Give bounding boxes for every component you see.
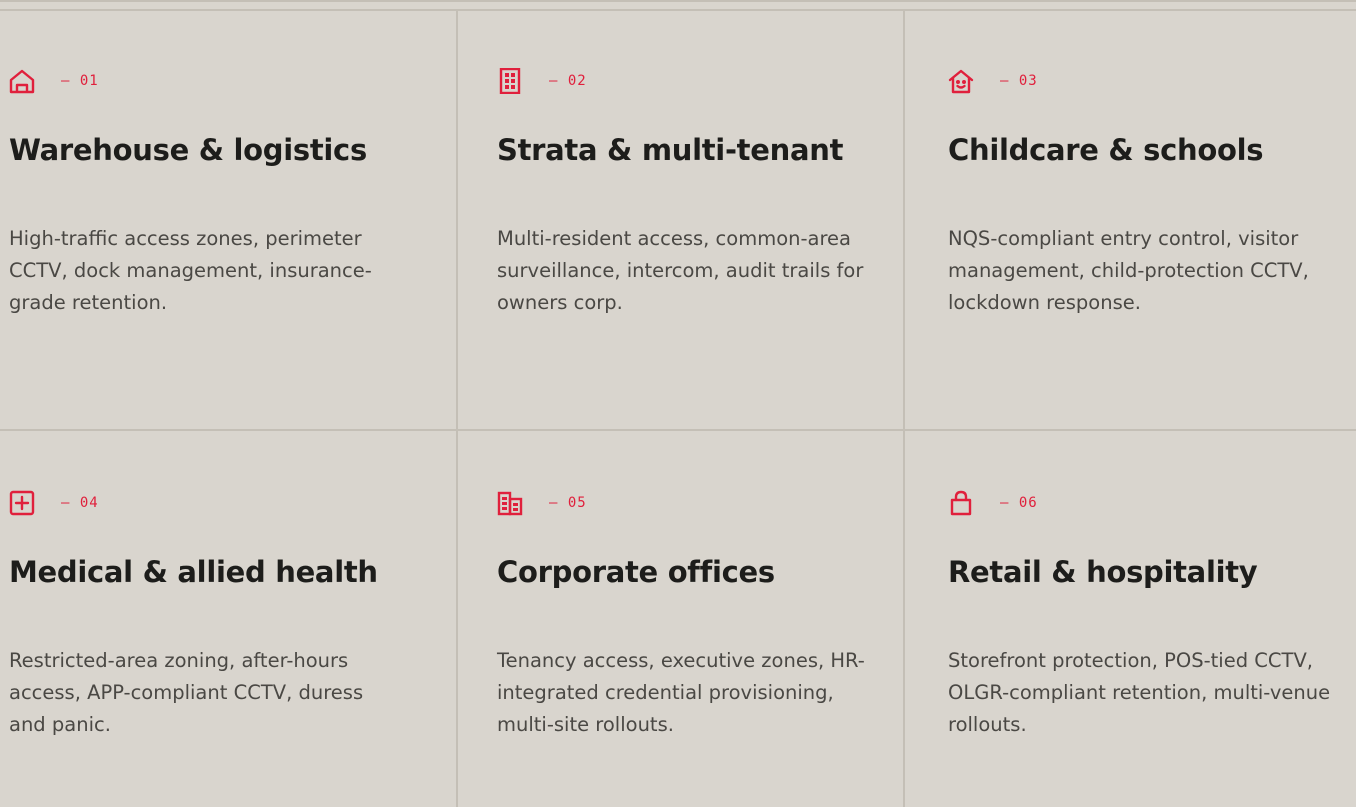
card-title: Childcare & schools bbox=[948, 133, 1264, 167]
card-title: Medical & allied health bbox=[9, 555, 378, 589]
childcare-icon bbox=[948, 68, 974, 94]
office-buildings-icon bbox=[497, 490, 523, 516]
card-description: NQS-compliant entry control, visitor man… bbox=[948, 227, 1309, 314]
card-number: — 04 bbox=[61, 495, 99, 511]
card-number: — 03 bbox=[1000, 73, 1038, 89]
sector-card-medical: — 04 Medical & allied health Restricted-… bbox=[9, 487, 429, 741]
building-icon bbox=[497, 68, 523, 94]
grid-row-divider bbox=[0, 429, 1356, 431]
grid-top-divider bbox=[0, 9, 1356, 11]
card-description: Storefront protection, POS-tied CCTV, OL… bbox=[948, 649, 1331, 736]
card-description: Restricted-area zoning, after-hours acce… bbox=[9, 649, 364, 736]
card-title: Retail & hospitality bbox=[948, 555, 1258, 589]
sector-card-retail: — 06 Retail & hospitality Storefront pro… bbox=[948, 487, 1356, 741]
sectors-grid: — 01 Warehouse & logistics High-traffic … bbox=[0, 0, 1356, 807]
sector-card-warehouse: — 01 Warehouse & logistics High-traffic … bbox=[9, 65, 429, 319]
card-title: Strata & multi-tenant bbox=[497, 133, 844, 167]
card-description: High-traffic access zones, perimeter CCT… bbox=[9, 227, 372, 314]
card-description: Multi-resident access, common-area surve… bbox=[497, 227, 864, 314]
sector-card-childcare: — 03 Childcare & schools NQS-compliant e… bbox=[948, 65, 1356, 319]
card-title: Corporate offices bbox=[497, 555, 775, 589]
card-number: — 06 bbox=[1000, 495, 1038, 511]
grid-column-divider bbox=[456, 10, 458, 807]
sector-card-strata: — 02 Strata & multi-tenant Multi-residen… bbox=[497, 65, 917, 319]
card-number: — 02 bbox=[549, 73, 587, 89]
shopping-bag-icon bbox=[948, 490, 974, 516]
card-number: — 05 bbox=[549, 495, 587, 511]
card-title: Warehouse & logistics bbox=[9, 133, 367, 167]
card-number: — 01 bbox=[61, 73, 99, 89]
sector-card-corporate: — 05 Corporate offices Tenancy access, e… bbox=[497, 487, 917, 741]
warehouse-icon bbox=[9, 68, 35, 94]
card-description: Tenancy access, executive zones, HR-inte… bbox=[497, 649, 865, 736]
medical-plus-icon bbox=[9, 490, 35, 516]
